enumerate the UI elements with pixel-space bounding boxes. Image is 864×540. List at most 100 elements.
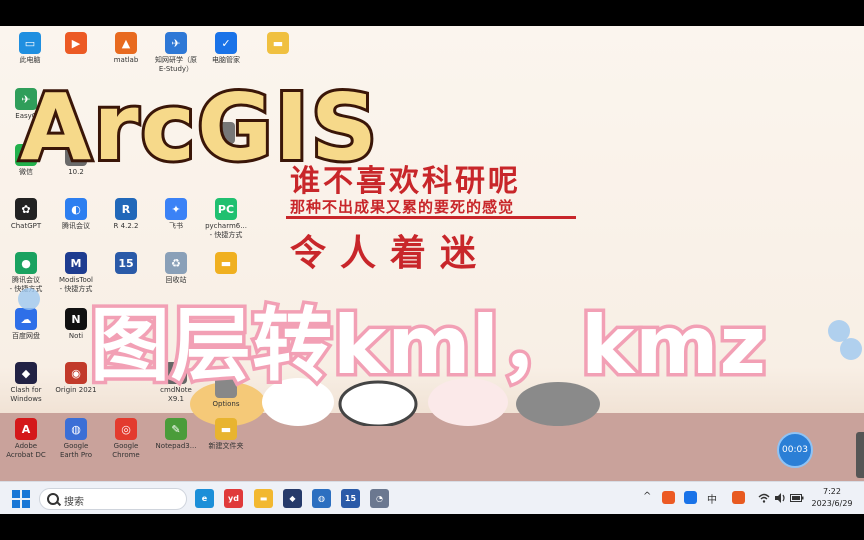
desktop-icon-label: Options xyxy=(212,400,240,408)
desktop-icon[interactable]: ◆ Clash for Windows xyxy=(0,362,52,404)
desktop-icon-label-2: Windows xyxy=(10,395,42,403)
desktop-icon[interactable]: ◍ Google Earth Pro xyxy=(50,418,102,460)
desktop-icon[interactable]: M ModisTool - 快捷方式 xyxy=(50,252,102,294)
app-icon: 15 xyxy=(115,252,137,274)
volume-icon[interactable] xyxy=(774,493,786,503)
app-icon: ▬ xyxy=(215,252,237,274)
tray-app-icon[interactable] xyxy=(662,491,675,504)
desktop-icon-label: 百度网盘 xyxy=(12,332,40,340)
desktop-icon-label: pycharm6... xyxy=(205,222,247,230)
desktop-icon-label: ModisTool xyxy=(59,276,93,284)
wifi-icon[interactable] xyxy=(758,493,770,503)
desktop-icon-label: Clash for xyxy=(10,386,42,394)
taskbar-edge-icon[interactable]: e xyxy=(195,489,214,508)
desktop-icon[interactable]: ✿ ChatGPT xyxy=(0,198,52,231)
desktop-icon[interactable]: ▬ xyxy=(200,252,252,276)
desktop-icon-label: Google xyxy=(113,442,139,450)
app-icon: PC xyxy=(215,198,237,220)
decor-paw-icon xyxy=(840,338,862,360)
app-icon: ✿ xyxy=(15,198,37,220)
desktop-icon-label-2: Acrobat DC xyxy=(6,451,46,459)
desktop-icon[interactable]: ♻ 回收站 xyxy=(150,252,202,285)
desktop-icon-label: R 4.2.2 xyxy=(113,222,139,230)
desktop-icon[interactable]: 15 xyxy=(100,252,152,276)
desktop-icon[interactable]: R R 4.2.2 xyxy=(100,198,152,231)
desktop-icon-label-2: Earth Pro xyxy=(59,451,93,459)
taskbar-clock[interactable]: 7:22 2023/6/29 xyxy=(808,486,856,510)
wallpaper-line-2: 那种不出成果又累的要死的感觉 xyxy=(290,198,515,216)
search-placeholder: 搜索 xyxy=(64,497,84,508)
desktop-icon-label-2: E-Study） xyxy=(158,65,194,73)
desktop-icon[interactable]: ✈ 知网研学（原 E-Study） xyxy=(150,32,202,74)
clock-date: 2023/6/29 xyxy=(811,499,853,508)
app-icon: ▭ xyxy=(19,32,41,54)
desktop-icon[interactable]: ▲ matlab xyxy=(100,32,152,65)
app-icon: ◎ xyxy=(115,418,137,440)
desktop-icon[interactable]: ☁ 百度网盘 xyxy=(0,308,52,341)
wallpaper-underline xyxy=(286,216,576,219)
desktop: 谁不喜欢科研呢 那种不出成果又累的要死的感觉 令人着迷 ▭ 此电脑 ▶ ▲ matlab… xyxy=(0,26,864,514)
desktop-icon[interactable]: ▭ 此电脑 xyxy=(4,32,56,65)
app-icon: ☁ xyxy=(15,308,37,330)
decor-paw-icon xyxy=(18,288,40,310)
recording-timer[interactable]: 00:03 xyxy=(777,432,813,468)
desktop-icon[interactable]: ▶ xyxy=(50,32,102,56)
desktop-icon-label-2: X9.1 xyxy=(168,395,184,403)
taskbar-arcgis-icon[interactable]: 15 xyxy=(341,489,360,508)
app-icon: ◍ xyxy=(65,418,87,440)
desktop-icon[interactable]: ◐ 腾讯会议 xyxy=(50,198,102,231)
desktop-icon[interactable]: A Adobe Acrobat DC xyxy=(0,418,52,460)
desktop-icon-label: 此电脑 xyxy=(19,56,41,64)
ime-indicator[interactable]: 中 xyxy=(707,491,717,506)
tray-app-icon[interactable] xyxy=(684,491,697,504)
app-icon: A xyxy=(15,418,37,440)
side-handle[interactable] xyxy=(856,432,864,478)
windows-start-icon[interactable] xyxy=(12,490,30,508)
desktop-icon[interactable]: ▬ xyxy=(252,32,304,56)
desktop-icon-label: 腾讯会议 xyxy=(12,276,40,284)
taskbar-search[interactable]: 搜索 xyxy=(39,488,187,510)
desktop-icon-label: 新建文件夹 xyxy=(208,442,244,450)
app-icon: ✈ xyxy=(165,32,187,54)
app-icon: ◐ xyxy=(65,198,87,220)
desktop-icon[interactable]: PC pycharm6... - 快捷方式 xyxy=(200,198,252,240)
app-icon: ▶ xyxy=(65,32,87,54)
taskbar-network-tool-icon[interactable]: ◔ xyxy=(370,489,389,508)
overlay-title: ArcGIS xyxy=(17,74,380,181)
desktop-icon-label-2: - 快捷方式 xyxy=(59,285,93,293)
app-icon: ◆ xyxy=(15,362,37,384)
desktop-icon-label: 回收站 xyxy=(165,276,187,284)
desktop-icon-label: 电脑管家 xyxy=(212,56,240,64)
desktop-icon[interactable]: ◎ Google Chrome xyxy=(100,418,152,460)
taskbar-earth-icon[interactable]: ◍ xyxy=(312,489,331,508)
chevron-up-icon[interactable]: ^ xyxy=(643,491,651,502)
battery-icon[interactable] xyxy=(790,494,804,502)
search-icon xyxy=(47,493,59,505)
taskbar-youdao-icon[interactable]: yd xyxy=(224,489,243,508)
app-icon: ▲ xyxy=(115,32,137,54)
app-icon: R xyxy=(115,198,137,220)
tray-app-icon[interactable] xyxy=(732,491,745,504)
app-icon: ▬ xyxy=(215,418,237,440)
app-icon: M xyxy=(65,252,87,274)
app-icon: ✓ xyxy=(215,32,237,54)
desktop-icon-label: 飞书 xyxy=(169,222,183,230)
desktop-icon-label: 知网研学（原 xyxy=(155,56,197,64)
desktop-icon-label-2: Chrome xyxy=(112,451,140,459)
desktop-icon-label: matlab xyxy=(113,56,139,64)
app-icon: ✦ xyxy=(165,198,187,220)
desktop-icon[interactable]: ✎ Notepad3... xyxy=(150,418,202,451)
desktop-icon-label: Adobe xyxy=(14,442,38,450)
app-icon: ▬ xyxy=(267,32,289,54)
wallpaper-line-3: 令人着迷 xyxy=(290,232,491,274)
app-icon: ✎ xyxy=(165,418,187,440)
desktop-icon[interactable]: ✓ 电脑管家 xyxy=(200,32,252,65)
app-icon: N xyxy=(65,308,87,330)
clock-time: 7:22 xyxy=(823,487,841,496)
desktop-icon-label: Google xyxy=(63,442,89,450)
desktop-icon[interactable]: ▬ 新建文件夹 xyxy=(200,418,252,451)
app-icon: ● xyxy=(15,252,37,274)
desktop-icon[interactable]: ✦ 飞书 xyxy=(150,198,202,231)
taskbar-file-explorer-icon[interactable]: ▬ xyxy=(254,489,273,508)
taskbar-clash-icon[interactable]: ◆ xyxy=(283,489,302,508)
